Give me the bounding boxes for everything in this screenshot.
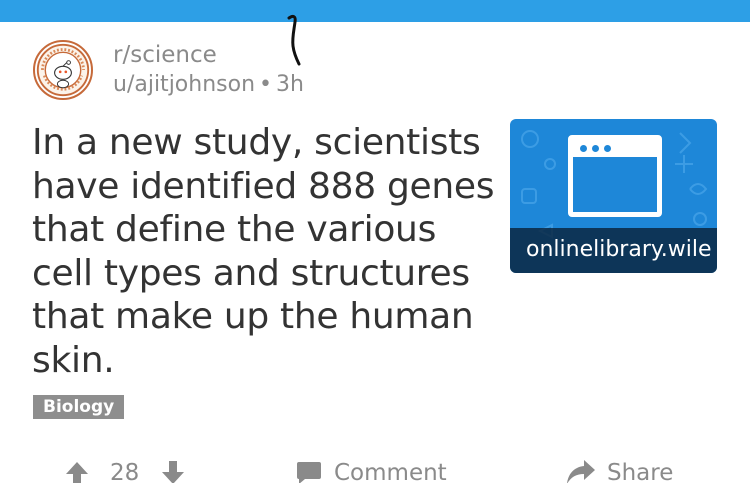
comment-label: Comment xyxy=(334,460,447,483)
post-title[interactable]: In a new study, scientists have identifi… xyxy=(32,121,497,382)
speech-bubble-icon xyxy=(297,462,321,483)
link-thumbnail[interactable]: onlinelibrary.wile xyxy=(510,119,717,273)
arrow-up-icon[interactable] xyxy=(64,460,90,483)
post-actions-bar: 28 Comment Share xyxy=(0,455,750,483)
post-meta: u/ajitjohnson • 3h xyxy=(113,71,304,99)
top-app-bar xyxy=(0,0,750,22)
share-arrow-icon xyxy=(567,460,595,483)
meta-separator: • xyxy=(259,72,272,97)
subreddit-prefix: r/ xyxy=(113,42,131,68)
handwritten-mark xyxy=(287,14,301,66)
subreddit-avatar[interactable] xyxy=(33,40,93,100)
post-age: 3h xyxy=(276,72,304,97)
link-domain: onlinelibrary.wile xyxy=(526,237,712,262)
thumbnail-domain-bar: onlinelibrary.wile xyxy=(510,228,717,273)
author-link[interactable]: u/ajitjohnson xyxy=(113,72,255,97)
share-label: Share xyxy=(607,460,674,483)
arrow-down-icon[interactable] xyxy=(160,460,186,483)
subreddit-link[interactable]: r/science xyxy=(113,41,217,69)
vote-score: 28 xyxy=(110,460,140,483)
browser-window-icon xyxy=(568,135,662,217)
science-seal-icon xyxy=(36,43,90,97)
subreddit-name: science xyxy=(130,42,217,68)
post-flair[interactable]: Biology xyxy=(33,395,125,419)
